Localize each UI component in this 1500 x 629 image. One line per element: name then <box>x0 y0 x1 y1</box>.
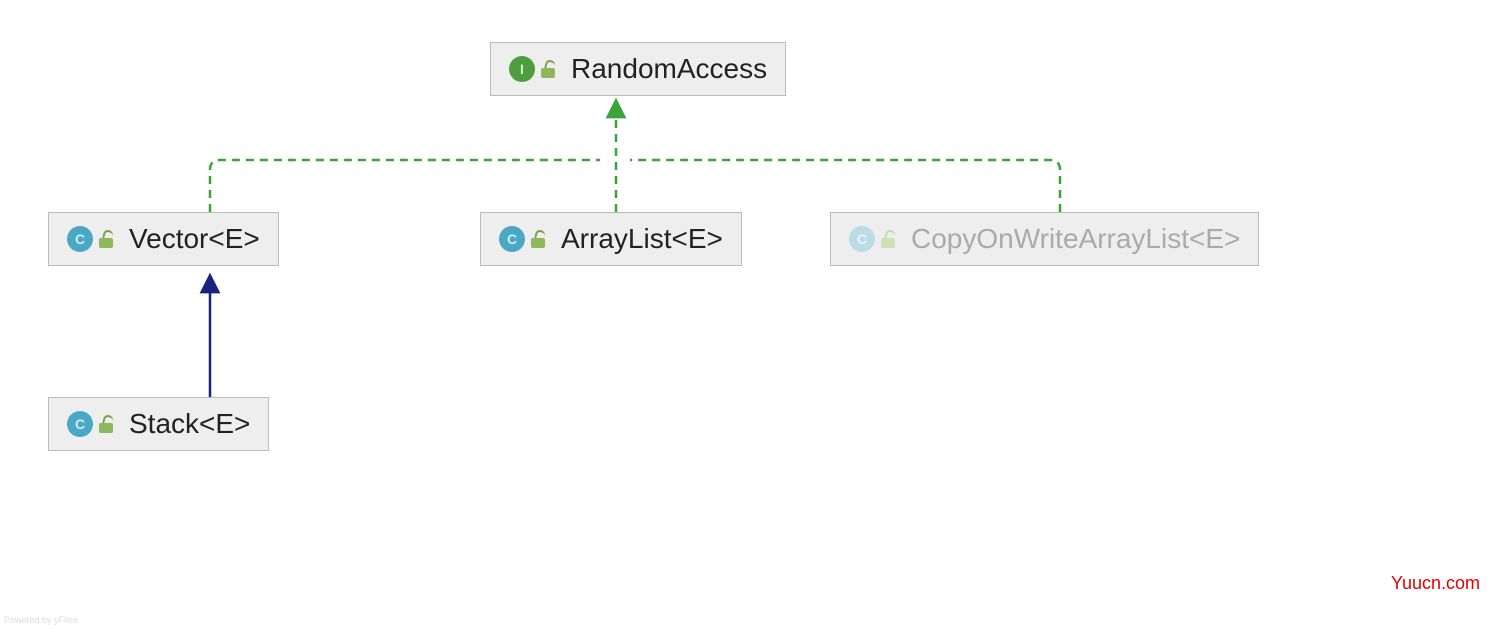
open-lock-icon <box>531 230 547 248</box>
node-random-access: I RandomAccess <box>490 42 786 96</box>
node-copy-on-write-arraylist: C CopyOnWriteArrayList<E> <box>830 212 1259 266</box>
node-label: RandomAccess <box>571 53 767 85</box>
powered-by-label: Powered by yFiles <box>4 615 78 625</box>
interface-badge: I <box>509 56 535 82</box>
node-label: Stack<E> <box>129 408 250 440</box>
class-badge: C <box>67 226 93 252</box>
watermark: Yuucn.com <box>1391 573 1480 594</box>
node-stack: C Stack<E> <box>48 397 269 451</box>
class-badge: C <box>499 226 525 252</box>
node-label: ArrayList<E> <box>561 223 723 255</box>
node-label: Vector<E> <box>129 223 260 255</box>
class-badge: C <box>849 226 875 252</box>
node-arraylist: C ArrayList<E> <box>480 212 742 266</box>
open-lock-icon <box>881 230 897 248</box>
edge-vector-randomaccess <box>210 160 600 212</box>
class-badge: C <box>67 411 93 437</box>
open-lock-icon <box>99 230 115 248</box>
open-lock-icon <box>99 415 115 433</box>
open-lock-icon <box>541 60 557 78</box>
node-label: CopyOnWriteArrayList<E> <box>911 223 1240 255</box>
node-vector: C Vector<E> <box>48 212 279 266</box>
edge-cowal-randomaccess <box>630 160 1060 212</box>
